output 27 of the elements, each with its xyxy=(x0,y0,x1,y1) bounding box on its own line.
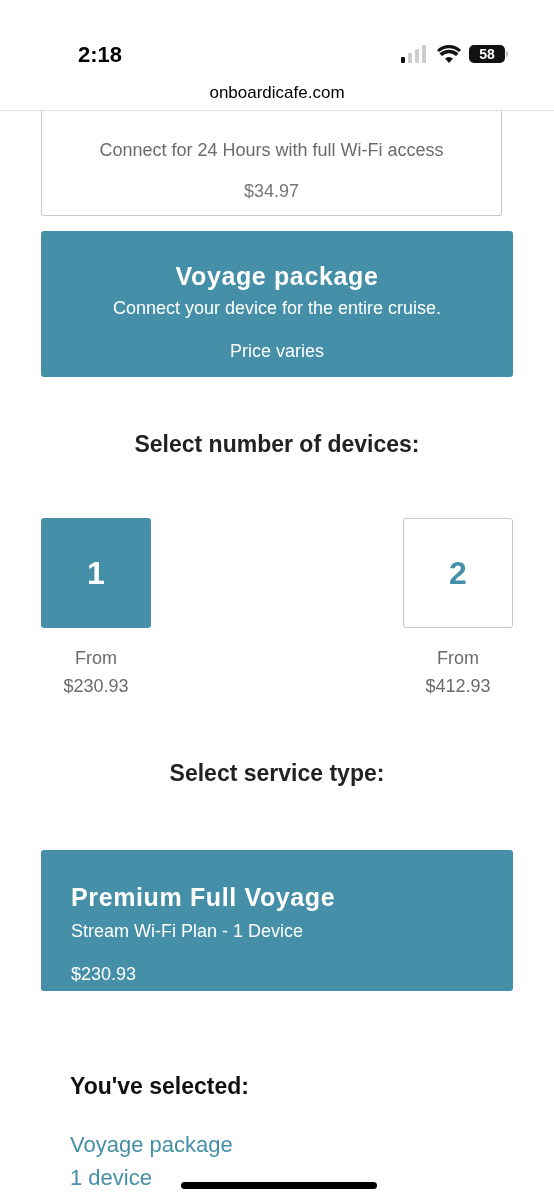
address-bar-url[interactable]: onboardicafe.com xyxy=(209,80,345,106)
summary-item: 1 device xyxy=(70,1163,152,1192)
summary-heading: You've selected: xyxy=(70,1072,250,1101)
service-title: Premium Full Voyage xyxy=(71,882,337,912)
wifi-icon xyxy=(437,45,461,63)
from-label: From xyxy=(437,646,479,670)
package-price: $34.97 xyxy=(243,180,300,203)
package-card[interactable]: Connect for 24 Hours with full Wi-Fi access $34.97 xyxy=(41,111,502,216)
package-title: Voyage package xyxy=(175,261,379,291)
signal-icon xyxy=(401,45,429,63)
from-label: From xyxy=(75,646,117,670)
battery-icon: 58 xyxy=(469,45,508,63)
summary-item: Voyage package xyxy=(70,1130,233,1159)
section-heading: Select service type: xyxy=(168,758,386,788)
device-count-option[interactable]: 1 xyxy=(41,517,151,628)
service-description: Stream Wi-Fi Plan - 1 Device xyxy=(71,920,305,943)
section-heading: Select number of devices: xyxy=(133,430,421,459)
service-card[interactable]: Premium Full Voyage Stream Wi-Fi Plan - 1 Device $230.93 xyxy=(41,850,513,991)
package-card[interactable]: Voyage package Connect your device for the entire cruise. Price varies xyxy=(41,231,513,377)
device-price: $230.93 xyxy=(63,674,129,698)
package-price: Price varies xyxy=(230,340,324,363)
device-price: $412.93 xyxy=(425,674,491,698)
package-description: Connect your device for the entire cruise. xyxy=(112,297,442,320)
clock-time: 2:18 xyxy=(78,40,123,69)
package-description: Connect for 24 Hours with full Wi-Fi access xyxy=(99,139,444,162)
device-count-option[interactable]: 2 xyxy=(403,517,513,628)
service-price: $230.93 xyxy=(71,963,138,986)
